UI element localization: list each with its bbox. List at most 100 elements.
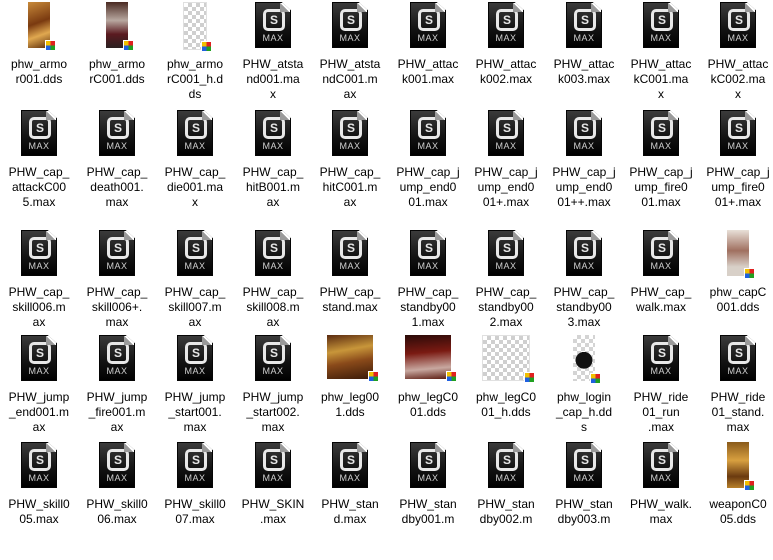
file-item[interactable]: S MAX PHW_cap_ hitB001.m ax <box>234 108 312 228</box>
file-item[interactable]: S MAX PHW_cap_ attackC00 5.max <box>0 108 78 228</box>
file-item[interactable]: S MAX PHW_cap_ skill006+. max <box>78 228 156 348</box>
file-name-line: death001. <box>90 180 144 194</box>
file-item[interactable]: S MAX PHW_cap_j ump_end0 01+.max <box>467 108 545 228</box>
max-file-icon: S MAX <box>720 110 756 156</box>
image-viewer-badge-icon <box>201 41 212 52</box>
file-name-line: PHW_ride <box>633 390 689 404</box>
file-name-label: PHW_walk. max <box>623 497 699 527</box>
file-item[interactable]: S MAX PHW_cap_ standby00 1.max <box>389 228 467 348</box>
file-item[interactable]: S MAX PHW_stan dby003.m <box>545 440 623 560</box>
max-logo-glyph: S <box>29 117 51 139</box>
file-name-line: 01.max <box>641 195 681 209</box>
file-item[interactable]: S MAX PHW_atsta nd001.ma x <box>234 0 312 120</box>
max-tag-label: MAX <box>727 33 749 43</box>
max-file-icon: S MAX <box>720 2 756 48</box>
file-item[interactable]: S MAX PHW_jump _start002. max <box>234 333 312 453</box>
max-file-icon: S MAX <box>643 230 679 276</box>
file-name-line: 06.max <box>97 512 137 526</box>
file-item[interactable]: S MAX PHW_cap_ hitC001.m ax <box>311 108 389 228</box>
file-item[interactable]: S MAX PHW_cap_ standby00 3.max <box>545 228 623 348</box>
max-file-icon: S MAX <box>332 442 368 488</box>
file-name-line: ds <box>188 87 202 101</box>
file-item[interactable]: phw_legC0 01.dds <box>389 333 467 453</box>
max-logo-glyph: S <box>651 117 673 139</box>
file-item[interactable]: S MAX PHW_skill0 07.max <box>156 440 234 560</box>
file-item[interactable]: weaponC0 05.dds <box>699 440 773 560</box>
file-item[interactable]: S MAX PHW_cap_j ump_fire0 01.max <box>622 108 700 228</box>
file-item[interactable]: S MAX PHW_skill0 06.max <box>78 440 156 560</box>
file-name-line: hitB001.m <box>245 180 301 194</box>
file-name-line: r001.dds <box>15 72 63 86</box>
file-name-line: PHW_cap_ <box>8 285 70 299</box>
file-item[interactable]: S MAX PHW_cap_ skill008.m ax <box>234 228 312 348</box>
file-item[interactable]: S MAX PHW_cap_j ump_fire0 01+.max <box>699 108 773 228</box>
file-item[interactable]: phw_login _cap_h.dd s <box>545 333 623 453</box>
file-name-line: _start002. <box>246 405 300 419</box>
max-file-icon: S MAX <box>332 110 368 156</box>
file-grid: phw_armo r001.dds phw_armo rC001.dds phw_arm… <box>0 0 773 526</box>
file-thumbnail: S MAX <box>623 108 699 162</box>
file-name-label: phw_legC0 01_h.dds <box>468 390 544 420</box>
file-name-line: dby001.m <box>401 512 455 526</box>
file-item[interactable]: S MAX PHW_walk. max <box>622 440 700 560</box>
file-name-line: standby00 <box>400 300 456 314</box>
file-item[interactable]: S MAX PHW_ride 01_run .max <box>622 333 700 453</box>
file-name-line: d.max <box>333 512 367 526</box>
file-item[interactable]: S MAX PHW_jump _fire001.m ax <box>78 333 156 453</box>
file-item[interactable]: S MAX PHW_cap_ die001.ma x <box>156 108 234 228</box>
file-name-label: PHW_ride 01_run .max <box>623 390 699 435</box>
file-name-label: PHW_attac kC001.ma x <box>623 57 699 102</box>
file-item[interactable]: phw_armo rC001.dds <box>78 0 156 120</box>
file-name-label: PHW_cap_ standby00 1.max <box>390 285 466 330</box>
file-name-line: PHW_ride <box>710 390 766 404</box>
file-item[interactable]: S MAX PHW_attac kC001.ma x <box>622 0 700 120</box>
file-item[interactable]: S MAX PHW_stan d.max <box>311 440 389 560</box>
file-name-label: PHW_atsta ndC001.m ax <box>312 57 388 102</box>
file-item[interactable]: S MAX PHW_attac k001.max <box>389 0 467 120</box>
max-tag-label: MAX <box>650 473 672 483</box>
file-item[interactable]: phw_armo r001.dds <box>0 0 78 120</box>
file-item[interactable]: phw_capC 001.dds <box>699 228 773 348</box>
max-file-icon: S MAX <box>177 335 213 381</box>
file-item[interactable]: S MAX PHW_SKIN .max <box>234 440 312 560</box>
file-item[interactable]: phw_legC0 01_h.dds <box>467 333 545 453</box>
file-item[interactable]: S MAX PHW_cap_j ump_end0 01++.max <box>545 108 623 228</box>
file-item[interactable]: S MAX PHW_cap_j ump_end0 01.max <box>389 108 467 228</box>
file-item[interactable]: S MAX PHW_jump _start001. max <box>156 333 234 453</box>
file-thumbnail: S MAX <box>546 228 622 282</box>
file-item[interactable]: S MAX PHW_ride 01_stand. max <box>699 333 773 453</box>
file-item[interactable]: S MAX PHW_cap_ stand.max <box>311 228 389 348</box>
file-name-line: PHW_skill0 <box>164 497 226 511</box>
max-tag-label: MAX <box>262 261 284 271</box>
file-name-line: ax <box>32 420 46 434</box>
file-item[interactable]: S MAX PHW_stan dby002.m <box>467 440 545 560</box>
file-thumbnail: S MAX <box>468 108 544 162</box>
file-item[interactable]: S MAX PHW_cap_ walk.max <box>622 228 700 348</box>
file-item[interactable]: S MAX PHW_attac k002.max <box>467 0 545 120</box>
file-item[interactable]: S MAX PHW_skill0 05.max <box>0 440 78 560</box>
max-tag-label: MAX <box>650 33 672 43</box>
file-item[interactable]: S MAX PHW_cap_ skill007.m ax <box>156 228 234 348</box>
file-item[interactable]: S MAX PHW_stan dby001.m <box>389 440 467 560</box>
file-name-label: PHW_cap_ skill008.m ax <box>235 285 311 330</box>
file-name-line: PHW_walk. <box>629 497 692 511</box>
texture-preview-image <box>405 335 457 382</box>
file-item[interactable]: phw_leg00 1.dds <box>311 333 389 453</box>
max-tag-label: MAX <box>28 473 50 483</box>
file-item[interactable]: S MAX PHW_cap_ standby00 2.max <box>467 228 545 348</box>
file-item[interactable]: S MAX PHW_attac k003.max <box>545 0 623 120</box>
file-name-line: PHW_cap_j <box>706 165 770 179</box>
max-tag-label: MAX <box>262 366 284 376</box>
file-item[interactable]: S MAX PHW_attac kC002.ma x <box>699 0 773 120</box>
file-item[interactable]: S MAX PHW_atsta ndC001.m ax <box>311 0 389 120</box>
file-name-label: PHW_stan dby001.m <box>390 497 466 527</box>
file-item[interactable]: S MAX PHW_jump _end001.m ax <box>0 333 78 453</box>
file-item[interactable]: phw_armo rC001_h.d ds <box>156 0 234 120</box>
file-name-line: PHW_cap_ <box>397 285 459 299</box>
file-item[interactable]: S MAX PHW_cap_ skill006.m ax <box>0 228 78 348</box>
max-file-icon: S MAX <box>255 335 291 381</box>
file-name-line: standby00 <box>556 300 612 314</box>
max-tag-label: MAX <box>184 473 206 483</box>
file-name-line: k002.max <box>479 72 533 86</box>
file-item[interactable]: S MAX PHW_cap_ death001. max <box>78 108 156 228</box>
